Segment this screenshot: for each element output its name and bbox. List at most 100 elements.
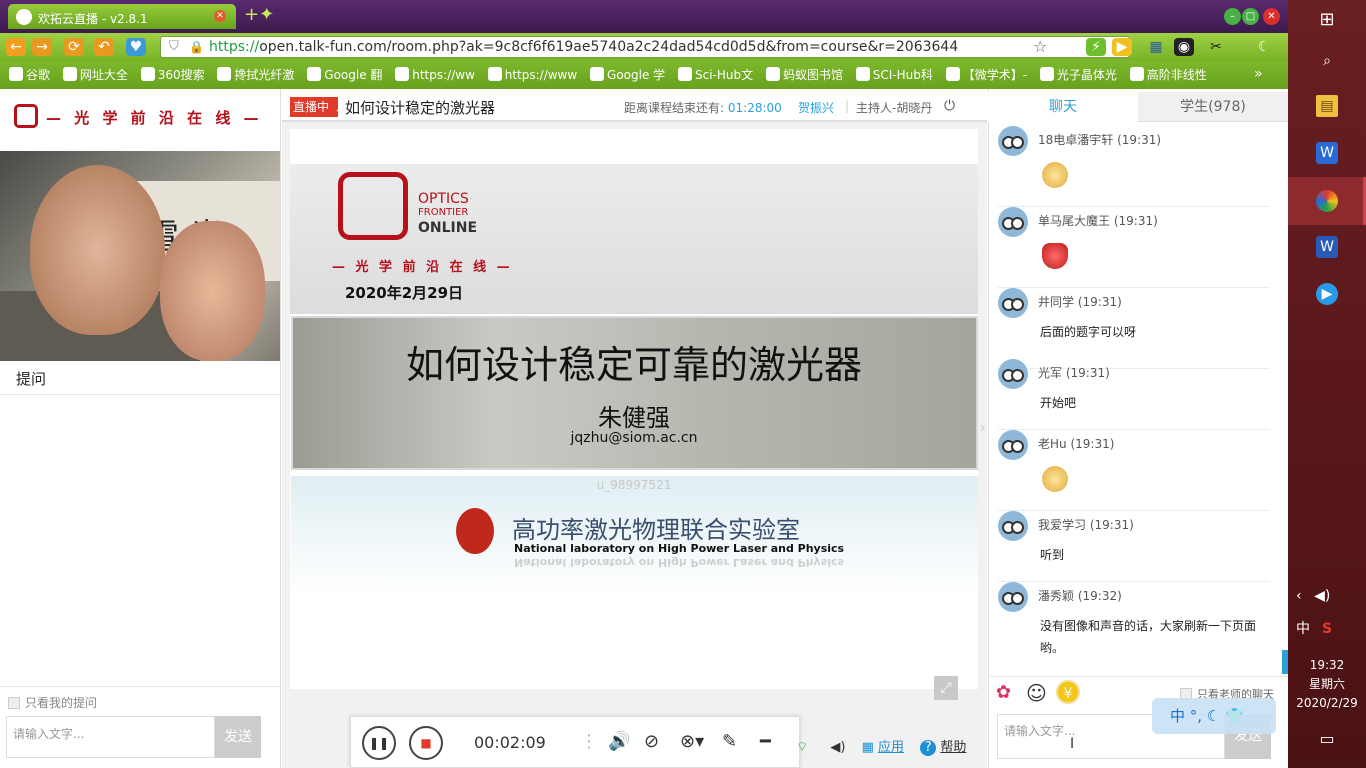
minimize-icon[interactable]: –: [1224, 8, 1241, 25]
lab-name-reflection: National laboratory on High Power Laser …: [514, 556, 845, 569]
bookmark-item[interactable]: 高阶非线性: [1129, 61, 1207, 89]
smile-emoji-icon: [1042, 162, 1068, 188]
extension-icon[interactable]: ◉: [1174, 38, 1194, 56]
only-my-questions-checkbox[interactable]: 只看我的提问: [8, 694, 97, 711]
refresh-icon[interactable]: ⟳: [64, 38, 84, 56]
camera-off-icon[interactable]: ⊗▾: [680, 731, 704, 752]
tab-close-icon[interactable]: ✕: [214, 10, 226, 22]
undo-close-icon[interactable]: ↶: [94, 38, 114, 56]
optics-frontier-logo-icon: [338, 172, 408, 240]
help-link[interactable]: 帮助: [940, 740, 966, 755]
tab-chat[interactable]: 聊天: [988, 92, 1138, 122]
search-icon[interactable]: ⌕: [1316, 50, 1338, 72]
video-app-icon[interactable]: ▶: [1316, 283, 1338, 305]
chat-text: 听到: [1040, 548, 1065, 562]
ime-indicator[interactable]: 中: [1296, 621, 1310, 637]
bookmark-item[interactable]: Sci-Hub文: [677, 61, 753, 89]
chevron-up-icon[interactable]: ‹: [1296, 588, 1302, 604]
ime-toolbar[interactable]: 中 °, ☾ 👕: [1152, 698, 1276, 734]
scissors-icon[interactable]: ✂: [1206, 38, 1226, 56]
browser-360-icon[interactable]: [1316, 190, 1338, 212]
pen-icon[interactable]: ✎: [722, 731, 737, 752]
minimize-bar-icon[interactable]: ━: [760, 731, 771, 752]
collapse-right-icon[interactable]: ›: [980, 420, 986, 436]
chat-user: 老Hu: [1038, 437, 1067, 451]
reward-coin-icon[interactable]: ¥: [1056, 680, 1080, 704]
chat-message: 潘秀颖 (19:32) 没有图像和声音的话，大家刷新一下页面哟。: [998, 582, 1270, 672]
maximize-icon[interactable]: □: [1242, 8, 1259, 25]
chat-user: 潘秀颖: [1038, 589, 1075, 603]
slide-logo-online: ONLINE: [418, 220, 478, 236]
bookmarks-bar: 谷歌 网址大全 360搜索 搀拭光纤激 Google 翻 https://ww …: [0, 61, 1288, 89]
bookmark-item[interactable]: 360搜索: [140, 61, 205, 89]
apps-grid-icon[interactable]: ▦: [1146, 38, 1166, 56]
back-icon[interactable]: ←: [6, 38, 26, 56]
moon-icon[interactable]: ☾: [1254, 38, 1274, 56]
bookmark-item[interactable]: 【微学术】-: [945, 61, 1027, 89]
navigation-bar: ← → ⟳ ↶ ♥ ⛉ 🔒 https://open.talk-fun.com/…: [0, 33, 1288, 61]
file-explorer-icon[interactable]: ▤: [1316, 95, 1338, 117]
mic-off-icon[interactable]: ⊘: [644, 731, 659, 752]
chat-user: 18电卓潘宇轩: [1038, 133, 1114, 147]
chat-time: (19:31): [1070, 437, 1115, 451]
more-bookmarks-button[interactable]: »: [1254, 66, 1263, 82]
bookmark-item[interactable]: SCI-Hub科: [855, 61, 933, 89]
apps-icon[interactable]: ▦: [862, 740, 874, 755]
smile-emoji-icon: [1042, 466, 1068, 492]
new-tab-button[interactable]: +✦: [244, 4, 280, 28]
pause-button[interactable]: ❚❚: [362, 726, 396, 760]
windows-start-icon[interactable]: ⊞: [1316, 9, 1338, 31]
address-bar[interactable]: ⛉ 🔒 https://open.talk-fun.com/room.php?a…: [160, 36, 1130, 58]
owl-avatar-icon: [998, 359, 1028, 389]
bookmark-item[interactable]: https://www: [487, 61, 577, 89]
power-icon[interactable]: ⏻: [944, 98, 955, 114]
notification-icon[interactable]: ▭: [1316, 728, 1338, 750]
wifi-icon: ⌔: [796, 740, 809, 755]
bookmark-item[interactable]: Google 学: [590, 61, 665, 89]
slide-date: 2020年2月29日: [345, 284, 464, 302]
question-send-button[interactable]: 发送: [215, 716, 261, 758]
bookmark-item[interactable]: 网址大全: [62, 61, 128, 89]
word-icon[interactable]: W: [1316, 236, 1338, 258]
send-flower-icon[interactable]: ✿: [996, 682, 1011, 703]
assistant-name[interactable]: 贺振兴: [798, 99, 834, 116]
slide-email: jqzhu@siom.ac.cn: [570, 430, 698, 446]
chat-text: 后面的题字可以呀: [1040, 325, 1137, 339]
question-input[interactable]: 请输入文字...: [6, 716, 215, 758]
questions-title: 提问: [16, 370, 47, 388]
volume-tray-icon[interactable]: ◀): [1314, 588, 1330, 604]
chat-time: (19:31): [1089, 518, 1134, 532]
bookmark-item[interactable]: 搀拭光纤激: [217, 61, 294, 89]
bookmark-item[interactable]: 蚂蚁图书馆: [765, 61, 843, 89]
tab-students[interactable]: 学生(978): [1138, 92, 1288, 122]
sogou-icon[interactable]: S: [1322, 621, 1332, 637]
wps-writer-icon[interactable]: W: [1316, 142, 1338, 164]
bookmark-item[interactable]: 光子晶体光: [1039, 61, 1117, 89]
apps-link[interactable]: 应用: [878, 740, 904, 755]
divider: |: [845, 99, 850, 113]
emoji-picker-icon[interactable]: ☺: [1026, 681, 1047, 705]
bookmark-item[interactable]: https://ww: [395, 61, 475, 89]
fullscreen-icon[interactable]: ⤢: [934, 676, 958, 700]
lightning-icon[interactable]: ⚡: [1086, 38, 1106, 56]
drag-handle-icon[interactable]: ⋮: [580, 731, 598, 752]
owl-avatar-icon: [998, 582, 1028, 612]
bookmark-item[interactable]: Google 翻: [307, 61, 382, 89]
system-tray: ‹ ◀) 中S: [1296, 588, 1356, 638]
play-icon[interactable]: ▶: [1112, 38, 1132, 56]
volume-icon[interactable]: 🔊: [608, 731, 630, 752]
clock[interactable]: 19:32 星期六 2020/2/29: [1288, 656, 1366, 713]
bookmark-item[interactable]: 谷歌: [9, 61, 50, 89]
favorites-heart-icon[interactable]: ♥: [126, 38, 146, 56]
chat-message: 老Hu (19:31): [998, 430, 1270, 511]
remaining-time: 距离课程结束还有: 01:28:00: [624, 101, 782, 115]
owl-avatar-icon: [998, 430, 1028, 460]
forward-icon[interactable]: →: [32, 38, 52, 56]
stop-button[interactable]: ■: [409, 726, 443, 760]
star-icon[interactable]: ☆: [1033, 37, 1047, 57]
speaker-icon[interactable]: ◀): [830, 740, 845, 755]
owl-avatar-icon: [998, 288, 1028, 318]
help-icon[interactable]: ?: [920, 740, 937, 756]
close-window-icon[interactable]: ✕: [1263, 8, 1280, 25]
browser-tab[interactable]: 欢拓云直播 - v2.8.1 ✕: [8, 4, 236, 29]
